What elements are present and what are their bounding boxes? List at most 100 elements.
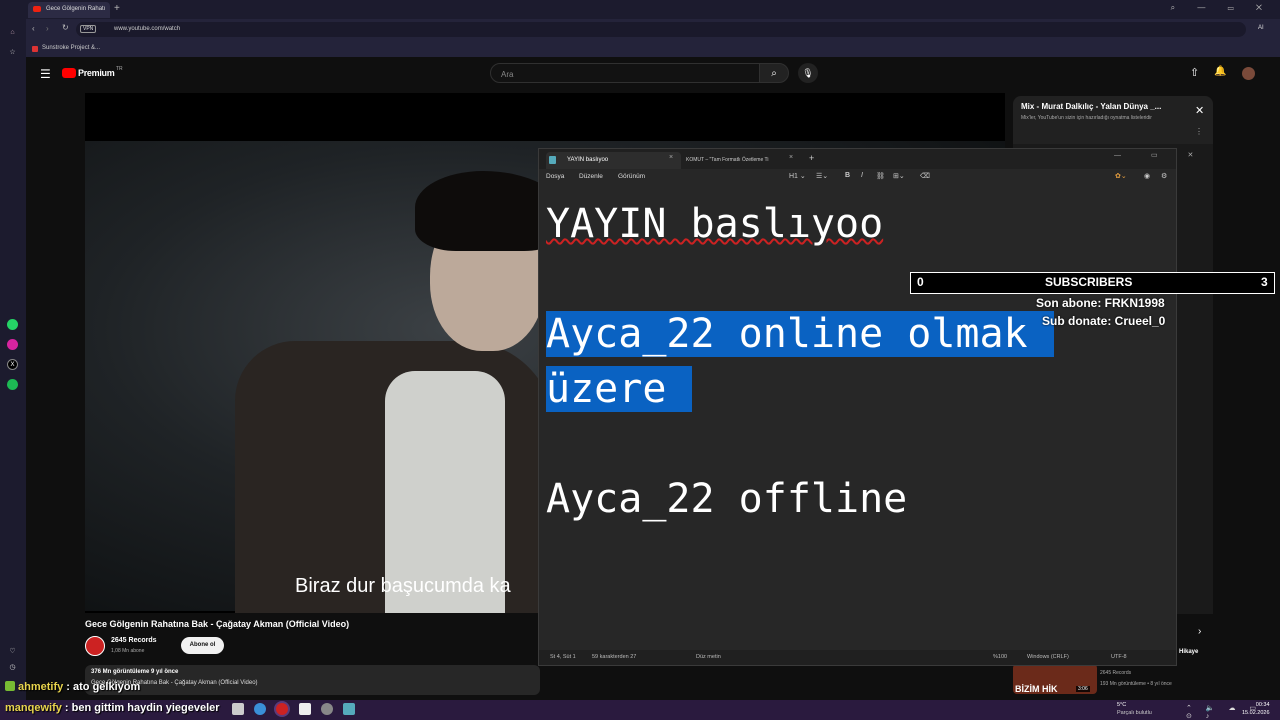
notepad-icon (549, 156, 556, 164)
rec-title-fragment[interactable]: Hikaye (1179, 649, 1198, 655)
edge-icon[interactable] (254, 703, 266, 715)
url-field[interactable]: www.youtube.com/watch (76, 22, 1246, 37)
heading-label: H1 (789, 173, 798, 180)
youtube-logo-icon[interactable] (62, 68, 76, 78)
new-tab-button[interactable]: + (809, 153, 814, 163)
link-icon[interactable]: ⛓ (876, 172, 885, 180)
bookmarks-bar: Sunstroke Project &... (26, 41, 1280, 57)
menu-icon[interactable]: ☰ (40, 67, 51, 81)
thumbnail-text: BİZİM HİK (1015, 684, 1058, 694)
back-icon[interactable]: ‹ (32, 24, 35, 33)
ai-label: AI (1258, 25, 1264, 31)
heading-select[interactable]: H1 ⌄ (789, 172, 806, 180)
notepad-taskbar-icon[interactable] (343, 703, 355, 715)
browser-sidebar: ⌂ ☆ X ♡ ◷ (0, 0, 26, 700)
window-controls[interactable]: ⌕ — ▭ ✕ (1171, 3, 1272, 13)
copilot-icon[interactable]: ✿⌄ (1115, 172, 1127, 180)
instagram-icon[interactable] (7, 339, 18, 350)
upload-icon[interactable]: ⇧ (1190, 66, 1199, 79)
encoding[interactable]: UTF-8 (1111, 654, 1127, 660)
search-placeholder: Ara (501, 70, 514, 79)
search-button[interactable]: ⌕ (759, 63, 789, 83)
video-caption: Biraz dur başucumda ka (295, 575, 511, 597)
youtube-premium-label[interactable]: Premium (78, 68, 115, 78)
video-duration: 3:06 (1076, 686, 1090, 692)
tab-bar (0, 0, 1280, 19)
channel-logo[interactable] (85, 636, 105, 656)
tab-close-icon[interactable]: × (789, 154, 793, 161)
line-3-text: üzere (546, 366, 693, 412)
heart-icon[interactable]: ♡ (7, 646, 18, 657)
settings-icon[interactable]: ⚙ (1161, 172, 1167, 180)
youtube-favicon-icon (33, 6, 41, 12)
weather-desc: Parçalı bulutlu (1117, 710, 1152, 716)
home-icon[interactable]: ⌂ (7, 27, 18, 38)
chat-message: ahmetify : ato gelkiyom (5, 681, 140, 693)
subscribe-button[interactable]: Abone ol (181, 637, 224, 654)
text-line-3: üzere (546, 362, 693, 417)
opera-taskbar-icon[interactable] (276, 703, 288, 715)
region-label: TR (116, 66, 123, 72)
notepad-editor[interactable]: YAYIN baslıyoo Ayca_22 online olmak üzer… (546, 197, 1166, 637)
bold-icon[interactable]: B (845, 172, 850, 179)
notepad-tab-second[interactable]: KOMUT – "Tam Formatlı Özetleme Ti (686, 157, 769, 163)
clock[interactable]: 00:34 15.02.2026 (1242, 701, 1270, 717)
browser-tab-title: Gece Gölgenin Rahatı (46, 6, 106, 12)
line-4-text: Ayca_22 offline (546, 476, 908, 522)
channel-name[interactable]: 2645 Records (111, 637, 157, 644)
whatsapp-icon[interactable] (7, 319, 18, 330)
cursor-position: St 4, Süt 1 (550, 654, 576, 660)
reload-icon[interactable]: ↻ (62, 23, 69, 32)
bookmark-item[interactable]: Sunstroke Project &... (42, 45, 100, 51)
char-count: 59 karakterden 27 (592, 654, 637, 660)
clock-date: 15.02.2026 (1242, 710, 1270, 716)
table-icon[interactable]: ⊞⌄ (893, 172, 905, 180)
chat-text: : ato gelkiyom (63, 681, 141, 693)
menu-view[interactable]: Görünüm (618, 173, 645, 180)
calendar-app-icon[interactable] (232, 703, 244, 715)
vpn-badge[interactable]: VPN (80, 25, 97, 33)
browser-tab[interactable]: Gece Gölgenin Rahatı (28, 2, 110, 18)
more-icon[interactable]: ⋮ (1195, 127, 1203, 136)
history-icon[interactable]: ◷ (7, 662, 18, 673)
forward-icon[interactable]: › (46, 24, 49, 33)
clear-format-icon[interactable]: ⌫ (920, 172, 930, 180)
sub-donate: Sub donate: Crueel_0 (1042, 314, 1166, 328)
last-subscriber: Son abone: FRKN1998 (1036, 296, 1165, 310)
obs-icon[interactable] (321, 703, 333, 715)
chat-text: : ben gittim haydin yiegeveler (61, 702, 220, 714)
search-input[interactable]: Ara (490, 63, 760, 83)
mix-title: Mix - Murat Dalkılıç - Yalan Dünya _... (1021, 102, 1162, 111)
mix-subtitle: Mix'ler, YouTube'un sizin için hazırladı… (1021, 115, 1152, 121)
avatar[interactable] (1242, 67, 1255, 80)
notepad-tab-title: YAYIN baslıyoo (567, 157, 609, 163)
weather-widget[interactable]: 5°C Parçalı bulutlu (1117, 701, 1152, 717)
menu-edit[interactable]: Düzenle (579, 173, 603, 180)
line-1-text: YAYIN baslıyoo (546, 201, 884, 247)
x-icon[interactable]: X (7, 359, 18, 370)
menu-file[interactable]: Dosya (546, 173, 564, 180)
line-ending[interactable]: Windows (CRLF) (1027, 654, 1069, 660)
new-tab-button[interactable]: + (114, 3, 120, 14)
microphone-icon[interactable]: 🎙 (798, 63, 818, 83)
star-icon[interactable]: ☆ (7, 47, 18, 58)
chevron-right-icon[interactable]: › (1198, 626, 1201, 637)
spotify-icon[interactable] (7, 379, 18, 390)
tab-close-icon[interactable]: × (669, 154, 673, 161)
file-icon[interactable] (299, 703, 311, 715)
italic-icon[interactable]: I (861, 172, 863, 179)
zoom-level[interactable]: %100 (993, 654, 1007, 660)
line-2-text: Ayca_22 online olmak (546, 311, 1054, 357)
bell-icon[interactable]: 🔔 (1214, 66, 1226, 77)
rec-stats: 193 Mn görüntüleme • 8 yıl önce (1100, 681, 1172, 687)
account-icon[interactable]: ◉ (1144, 172, 1150, 180)
ai-button[interactable]: AI (1258, 25, 1264, 31)
channel-subscribers: 1,08 Mn abone (111, 648, 145, 654)
list-icon[interactable]: ☰⌄ (816, 172, 828, 180)
text-line-1: YAYIN baslıyoo (546, 197, 883, 252)
notepad-tab-active[interactable]: YAYIN baslıyoo (546, 152, 681, 169)
close-icon[interactable]: ✕ (1195, 104, 1204, 117)
subscriber-goal-start: 0 (917, 275, 924, 289)
chat-badge-icon (5, 681, 15, 691)
notepad-window-controls[interactable]: — ▭ ✕ (1114, 151, 1207, 159)
